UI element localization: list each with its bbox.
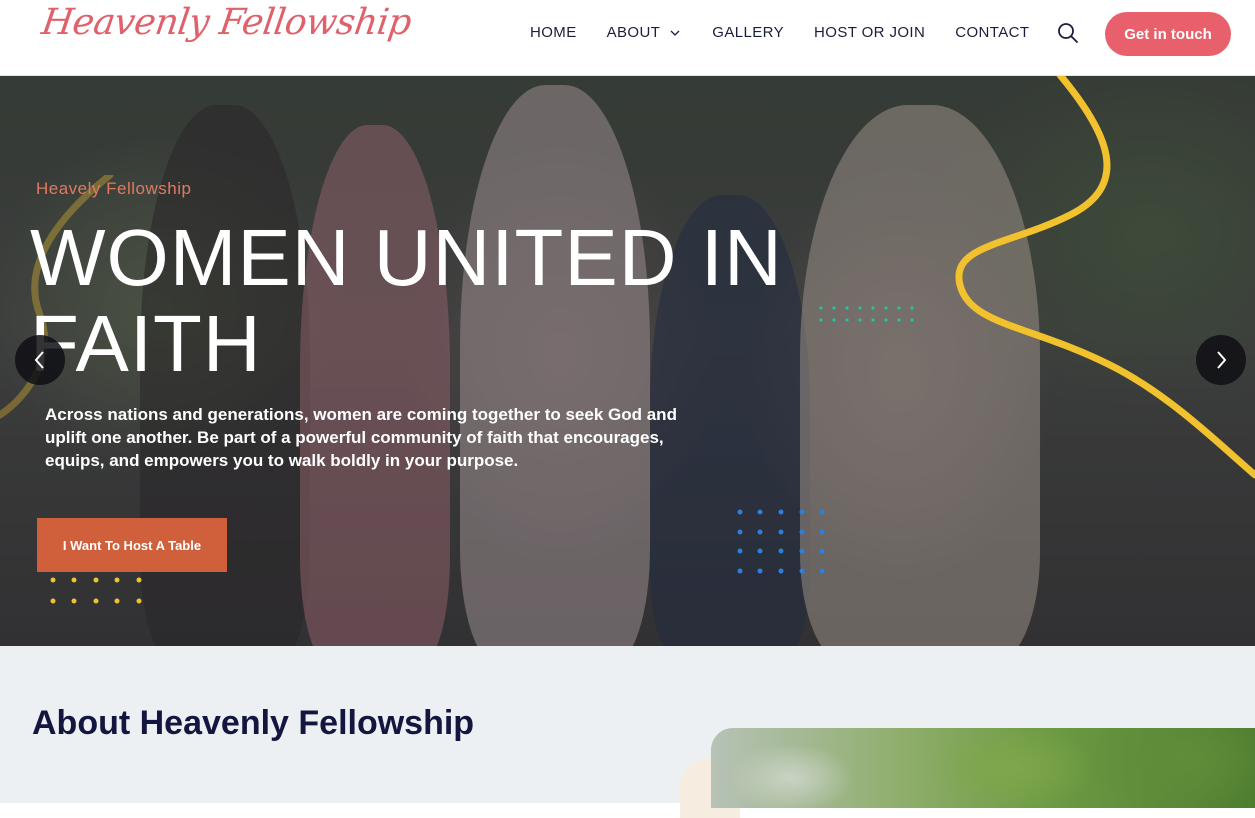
yellow-squiggle-decoration (955, 75, 1255, 479)
nav-host-label: HOST OR JOIN (814, 24, 926, 41)
slider-next-button[interactable] (1196, 335, 1246, 385)
search-icon[interactable] (1056, 21, 1080, 45)
chevron-right-icon (1217, 351, 1227, 369)
nav-gallery[interactable]: GALLERY (712, 24, 784, 41)
chevron-down-icon (670, 30, 680, 36)
about-image (711, 728, 1255, 808)
hero-title: WOMEN UNITED IN FAITH (30, 213, 783, 388)
host-a-table-button[interactable]: I Want To Host A Table (37, 518, 227, 572)
blue-dots-decoration (737, 509, 825, 574)
about-title: About Heavenly Fellowship (32, 704, 475, 742)
nav-home-label: HOME (530, 24, 577, 41)
nav-contact[interactable]: CONTACT (955, 24, 1029, 41)
nav-about[interactable]: ABOUT (607, 24, 683, 41)
nav-home[interactable]: HOME (530, 24, 577, 41)
nav-about-label: ABOUT (606, 24, 661, 41)
about-section: About Heavenly Fellowship (0, 646, 1255, 818)
hero-slider: Heavely Fellowship WOMEN UNITED IN FAITH… (0, 75, 1255, 646)
nav-host-or-join[interactable]: HOST OR JOIN (814, 24, 925, 41)
yellow-dots-decoration (50, 577, 142, 604)
site-logo[interactable]: Heavenly Fellowship (39, 2, 414, 43)
site-header: Heavenly Fellowship HOME ABOUT GALLERY H… (0, 0, 1255, 76)
nav-gallery-label: GALLERY (712, 24, 785, 41)
chevron-left-icon (34, 351, 44, 369)
main-nav: HOME ABOUT GALLERY HOST OR JOIN CONTACT (530, 24, 1059, 41)
get-in-touch-button[interactable]: Get in touch (1105, 12, 1231, 56)
hero-subtitle: Heavely Fellowship (36, 179, 192, 198)
slider-prev-button[interactable] (15, 335, 65, 385)
hero-description: Across nations and generations, women ar… (45, 405, 677, 470)
nav-contact-label: CONTACT (955, 24, 1030, 41)
